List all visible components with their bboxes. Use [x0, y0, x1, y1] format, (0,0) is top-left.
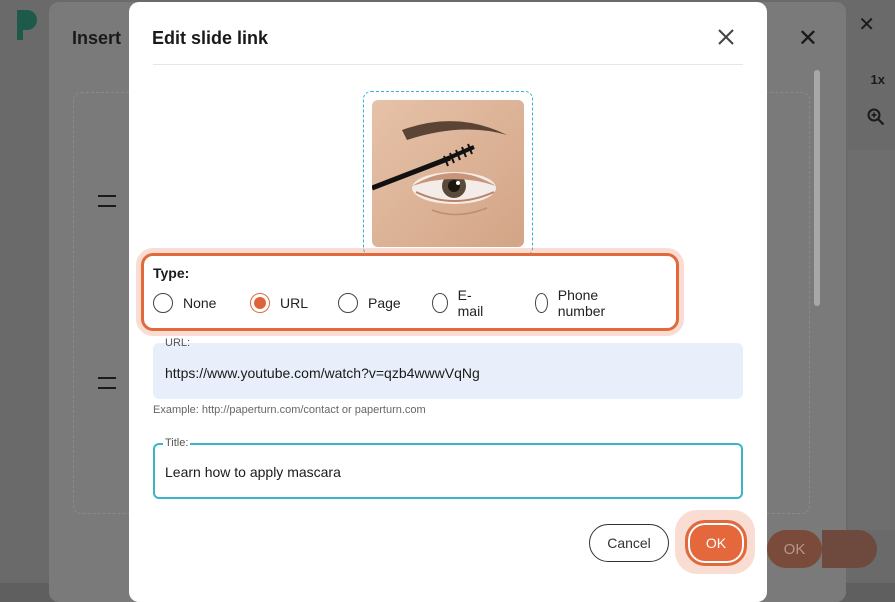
right-panel — [848, 150, 895, 530]
radio-label: None — [183, 295, 217, 311]
ok-button[interactable]: OK — [685, 520, 747, 566]
radio-label: URL — [280, 295, 309, 311]
radio-label: Phone number — [557, 287, 606, 319]
radio-circle[interactable] — [535, 293, 548, 313]
radio-label: E-mail — [457, 287, 484, 319]
app-logo-icon — [17, 10, 37, 40]
radio-circle-selected[interactable] — [250, 293, 270, 313]
zoom-in-icon[interactable] — [867, 108, 885, 126]
radio-circle[interactable] — [432, 293, 448, 313]
edit-slide-link-dialog: Edit slide link Type: None URL Page E-ma… — [129, 2, 820, 602]
divider — [153, 64, 743, 65]
zoom-level: 1x — [870, 72, 885, 87]
scrollbar[interactable] — [814, 70, 820, 306]
radio-circle[interactable] — [153, 293, 173, 313]
url-hint: Example: http://paperturn.com/contact or… — [153, 404, 426, 416]
insert-dialog-close-icon[interactable]: ✕ — [798, 24, 818, 53]
radio-page[interactable]: Page — [338, 290, 401, 316]
radio-url[interactable]: URL — [250, 290, 308, 316]
drag-handle-icon[interactable] — [98, 195, 116, 207]
title-input-value: Learn how to apply mascara — [165, 464, 341, 480]
app-close-icon[interactable]: ✕ — [858, 12, 875, 37]
close-icon[interactable] — [717, 28, 735, 46]
title-input[interactable]: Learn how to apply mascara — [153, 443, 743, 499]
radio-none[interactable]: None — [153, 290, 216, 316]
title-label: Title: — [163, 437, 191, 449]
type-label: Type: — [153, 265, 190, 281]
dialog-title: Edit slide link — [152, 28, 269, 48]
url-input[interactable]: https://www.youtube.com/watch?v=qzb4wwwV… — [153, 343, 743, 399]
radio-email[interactable]: E-mail — [432, 287, 488, 319]
slide-thumbnail — [372, 100, 524, 247]
radio-phone-number[interactable]: Phone number — [535, 287, 612, 319]
url-input-value: https://www.youtube.com/watch?v=qzb4wwwV… — [165, 365, 480, 381]
url-label: URL: — [165, 337, 191, 349]
eye-mascara-image — [372, 100, 524, 247]
radio-circle[interactable] — [338, 293, 358, 313]
insert-ok-button-extension — [822, 530, 877, 568]
insert-ok-button[interactable]: OK — [767, 530, 822, 568]
cancel-button[interactable]: Cancel — [589, 524, 669, 562]
drag-handle-icon[interactable] — [98, 377, 116, 389]
radio-label: Page — [368, 295, 401, 311]
slide-image-frame[interactable] — [363, 91, 533, 256]
insert-dialog-title: Insert — [72, 28, 122, 48]
